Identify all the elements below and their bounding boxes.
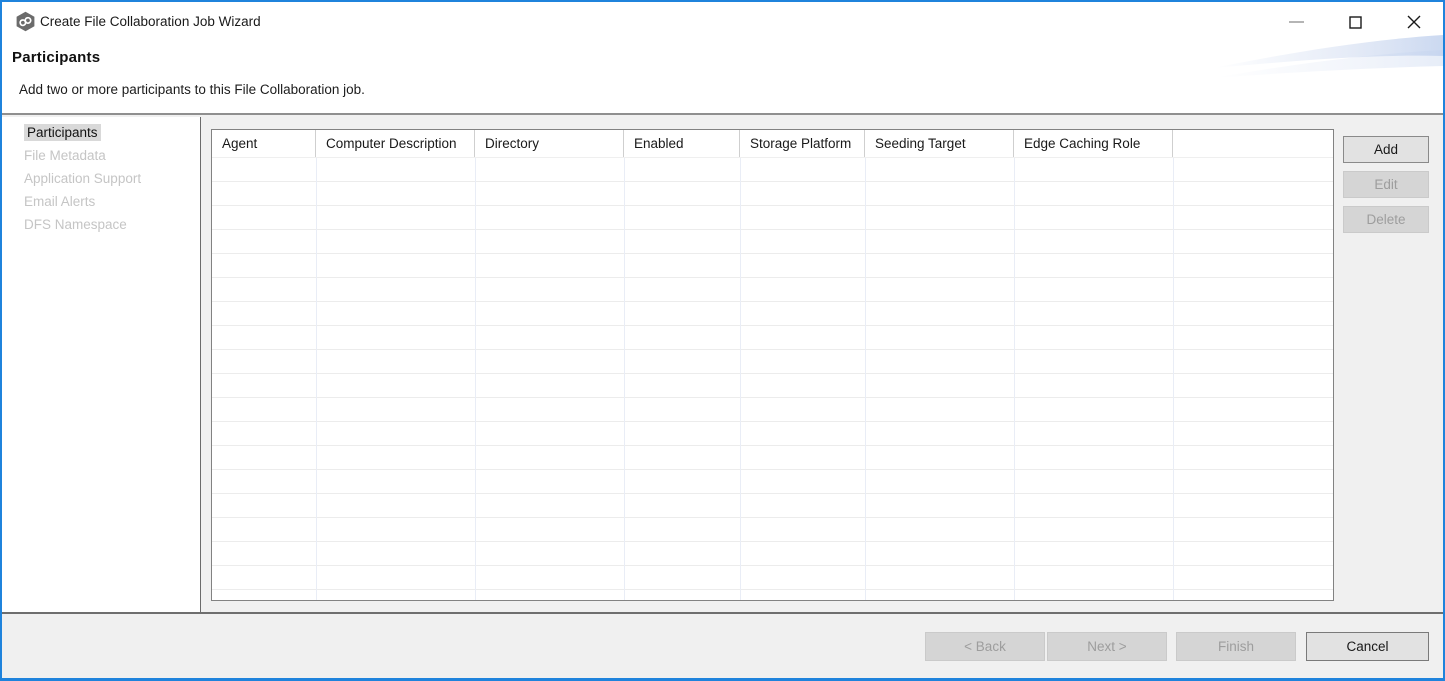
app-icon: [15, 11, 36, 32]
wizard-steps-sidebar: Participants File Metadata Application S…: [2, 117, 201, 612]
next-button[interactable]: Next >: [1047, 632, 1167, 661]
column-header-storage-platform: Storage Platform: [740, 130, 865, 157]
sidebar-item-participants[interactable]: Participants: [2, 121, 200, 144]
column-header-edge-caching-role: Edge Caching Role: [1014, 130, 1173, 157]
window-controls: [1260, 2, 1437, 42]
column-divider: [740, 158, 741, 600]
participants-table-body-empty[interactable]: [212, 158, 1333, 600]
column-divider: [624, 158, 625, 600]
column-header-directory: Directory: [475, 130, 624, 157]
column-header-enabled: Enabled: [624, 130, 740, 157]
column-header-spacer: [1173, 130, 1333, 157]
page-title: Participants: [12, 49, 100, 66]
titlebar: Create File Collaboration Job Wizard: [2, 2, 1443, 42]
page-description: Add two or more participants to this Fil…: [19, 82, 365, 97]
add-button[interactable]: Add: [1343, 136, 1429, 163]
column-header-agent: Agent: [212, 130, 316, 157]
cancel-button[interactable]: Cancel: [1306, 632, 1429, 661]
column-divider: [865, 158, 866, 600]
wizard-footer: < Back Next > Finish Cancel: [2, 612, 1443, 678]
delete-button[interactable]: Delete: [1343, 206, 1429, 233]
back-button[interactable]: < Back: [925, 632, 1045, 661]
sidebar-item-dfs-namespace[interactable]: DFS Namespace: [2, 213, 200, 236]
window-title: Create File Collaboration Job Wizard: [40, 2, 261, 42]
wizard-window: Create File Collaboration Job Wizard Par…: [0, 0, 1445, 681]
participants-table-header: Agent Computer Description Directory Ena…: [212, 130, 1333, 158]
column-divider: [316, 158, 317, 600]
finish-button[interactable]: Finish: [1176, 632, 1296, 661]
participants-table[interactable]: Agent Computer Description Directory Ena…: [211, 129, 1334, 601]
edit-button[interactable]: Edit: [1343, 171, 1429, 198]
minimize-icon[interactable]: [1273, 2, 1319, 42]
sidebar-item-application-support[interactable]: Application Support: [2, 167, 200, 190]
column-header-seeding-target: Seeding Target: [865, 130, 1014, 157]
column-divider: [1173, 158, 1174, 600]
wizard-header-area: Create File Collaboration Job Wizard Par…: [2, 2, 1443, 115]
column-divider: [475, 158, 476, 600]
column-header-computer-description: Computer Description: [316, 130, 475, 157]
close-icon[interactable]: [1391, 2, 1437, 42]
sidebar-item-email-alerts[interactable]: Email Alerts: [2, 190, 200, 213]
column-divider: [1014, 158, 1015, 600]
sidebar-item-file-metadata[interactable]: File Metadata: [2, 144, 200, 167]
maximize-icon[interactable]: [1332, 2, 1378, 42]
